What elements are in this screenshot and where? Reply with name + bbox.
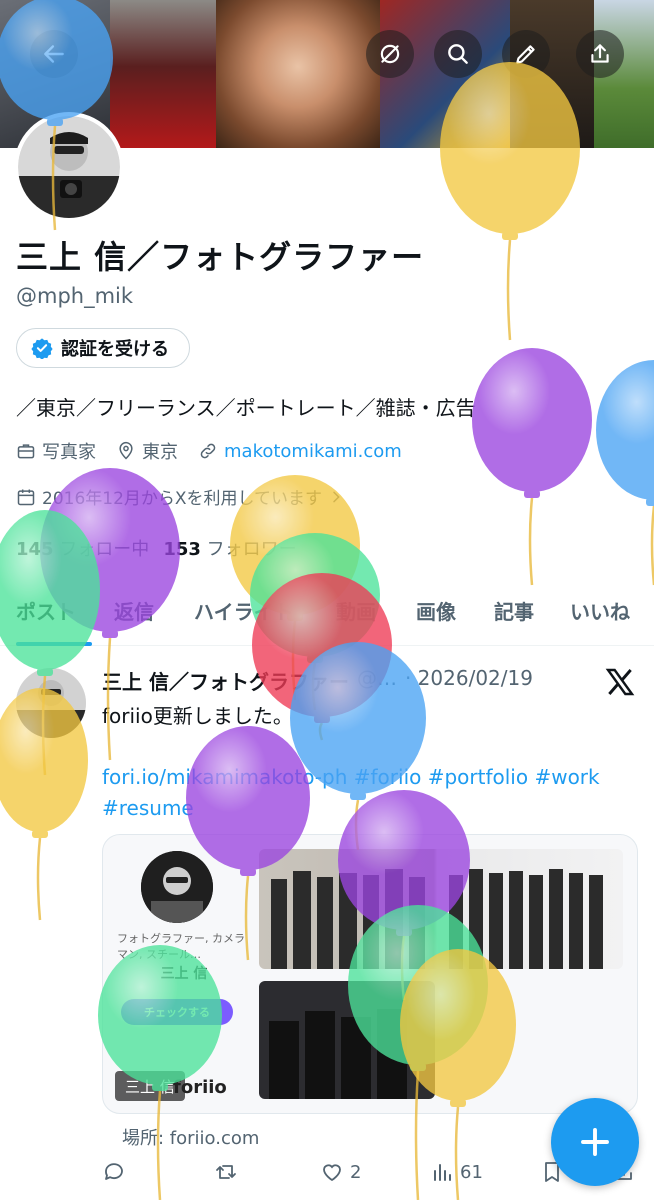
profile-bio: ／東京／フリーランス／ポートレート／雑誌・広告 — [16, 396, 476, 420]
website-link[interactable]: makotomikami.com — [224, 441, 402, 462]
briefcase-icon — [17, 444, 35, 459]
get-verified-label: 認証を受ける — [61, 339, 169, 360]
profile-name: 三上 信／フォトグラファー — [16, 238, 425, 276]
tab-images[interactable]: 画像 — [416, 596, 456, 625]
x-logo-icon — [605, 668, 635, 696]
get-verified-button[interactable]: 認証を受ける — [16, 328, 190, 368]
profile-tabs: ポスト 返信 ハイライト 動画 画像 記事 いいね — [0, 588, 654, 646]
chevron-right-icon — [333, 491, 340, 502]
active-tab-indicator — [16, 642, 92, 646]
post-text: foriio更新しました。 — [102, 704, 293, 728]
banner-photo — [110, 0, 216, 148]
like-count: 2 — [350, 1161, 362, 1183]
views-count: 61 — [460, 1161, 483, 1183]
plus-icon — [581, 1128, 609, 1156]
tab-articles[interactable]: 記事 — [494, 596, 534, 625]
post-actions: 2 61 — [0, 1160, 654, 1194]
avatar-photo — [18, 116, 120, 218]
post-date[interactable]: · 2026/02/19 — [405, 666, 533, 695]
tab-likes[interactable]: いいね — [570, 596, 630, 625]
post-hashtags[interactable]: fori.io/mikamimakoto-ph #foriio #portfol… — [102, 762, 622, 824]
card-description: フォトグラファー, カメラマン, スチール… — [117, 932, 245, 961]
followers-label: フォロワー — [206, 539, 297, 560]
verified-badge-icon — [31, 338, 53, 359]
views-chart-icon — [434, 1164, 451, 1181]
heart-icon — [323, 1164, 341, 1182]
post-avatar[interactable] — [16, 668, 86, 738]
tab-replies[interactable]: 返信 — [114, 596, 154, 625]
tab-highlights[interactable]: ハイライト — [194, 596, 294, 625]
banner-photo — [216, 0, 380, 148]
follow-stats: 145 フォロー中 153 フォロワー — [16, 535, 297, 561]
post-author[interactable]: 三上 信／フォトグラファー — [102, 666, 349, 695]
edit-button[interactable] — [502, 30, 550, 78]
repost-button[interactable] — [214, 1160, 244, 1184]
website-item[interactable]: makotomikami.com — [198, 441, 402, 462]
views-button[interactable]: 61 — [430, 1160, 483, 1184]
profile-handle: @mph_mik — [16, 284, 134, 308]
profession-item: 写真家 — [16, 438, 96, 464]
tab-posts[interactable]: ポスト — [16, 596, 76, 625]
balloon — [596, 360, 654, 586]
followers-link[interactable]: 153 フォロワー — [163, 535, 296, 561]
card-image-band-photo — [259, 981, 435, 1099]
share-icon — [591, 44, 609, 63]
search-icon — [448, 44, 468, 64]
pencil-icon — [516, 45, 535, 64]
tab-videos[interactable]: 動画 — [336, 596, 376, 625]
profile-meta: 写真家 東京 makotomikami.com — [16, 438, 402, 464]
search-button[interactable] — [434, 30, 482, 78]
link-preview-card[interactable]: フォトグラファー, カメラマン, スチール… 三上 信 チェックする 三上 信 … — [102, 834, 638, 1114]
post-handle: @… — [356, 666, 397, 690]
arrow-left-icon — [44, 45, 64, 63]
joined-text: 2016年12月からXを利用しています — [42, 489, 323, 509]
foriio-logo: foriio — [173, 1077, 227, 1098]
back-button[interactable] — [30, 30, 78, 78]
grok-icon — [380, 44, 400, 64]
grok-button[interactable] — [366, 30, 414, 78]
joined-date[interactable]: 2016年12月からXを利用しています — [16, 484, 344, 509]
followers-count: 153 — [163, 539, 201, 560]
reply-button[interactable] — [102, 1160, 132, 1184]
reply-icon — [105, 1163, 123, 1180]
location-text: 東京 — [142, 442, 178, 463]
profession-text: 写真家 — [42, 442, 96, 463]
location-pin-icon — [119, 441, 133, 460]
location-item: 東京 — [116, 438, 178, 464]
like-button[interactable]: 2 — [320, 1160, 361, 1184]
card-image-group-photo — [259, 849, 623, 969]
share-button[interactable] — [576, 30, 624, 78]
balloon — [472, 348, 592, 586]
compose-post-button[interactable] — [551, 1098, 639, 1186]
post-avatar-photo — [16, 668, 86, 738]
card-check-button[interactable]: チェックする — [121, 999, 233, 1025]
following-label: フォロー中 — [59, 539, 150, 560]
post-header: 三上 信／フォトグラファー @… · 2026/02/19 — [102, 666, 533, 695]
calendar-icon — [17, 489, 35, 505]
profile-avatar[interactable] — [14, 112, 124, 222]
repost-icon — [216, 1165, 236, 1179]
link-source: 場所: foriio.com — [122, 1128, 260, 1149]
card-avatar — [141, 851, 213, 923]
following-link[interactable]: 145 フォロー中 — [16, 535, 149, 561]
following-count: 145 — [16, 539, 54, 560]
link-icon — [200, 443, 216, 459]
card-title: 三上 信 — [160, 966, 208, 982]
